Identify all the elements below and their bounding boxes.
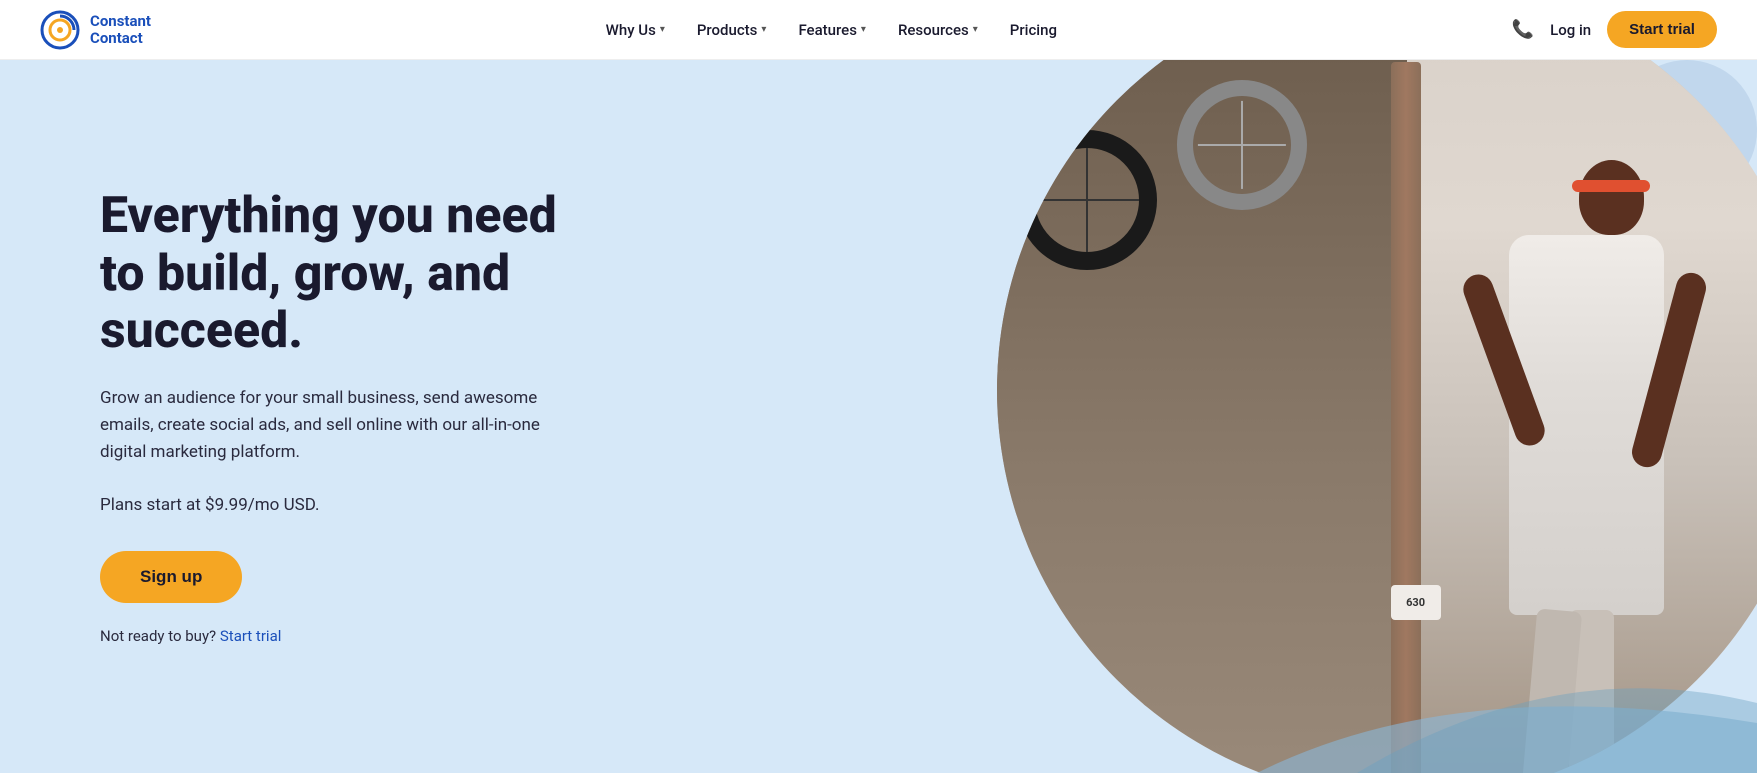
nav-item-features[interactable]: Features ▾: [784, 13, 880, 47]
chevron-down-icon: ▾: [973, 24, 978, 35]
nav-right: 📞 Log in Start trial: [1512, 11, 1717, 48]
logo-text: Constant Contact: [90, 13, 151, 46]
nav-link-products[interactable]: Products ▾: [683, 13, 781, 47]
nav-link-features[interactable]: Features ▾: [784, 13, 880, 47]
hero-subtext: Grow an audience for your small business…: [100, 385, 580, 467]
nav-item-products[interactable]: Products ▾: [683, 13, 781, 47]
nav-link-why-us[interactable]: Why Us ▾: [592, 13, 679, 47]
chevron-down-icon: ▾: [761, 24, 766, 35]
hero-section: Everything you need to build, grow, and …: [0, 60, 1757, 773]
logo[interactable]: Constant Contact: [40, 10, 151, 50]
nav-item-why-us[interactable]: Why Us ▾: [592, 13, 679, 47]
logo-icon: [40, 10, 80, 50]
not-ready-text: Not ready to buy? Start trial: [100, 627, 600, 645]
nav-item-pricing[interactable]: Pricing: [996, 13, 1071, 47]
phone-icon: 📞: [1512, 19, 1534, 40]
nav-item-resources[interactable]: Resources ▾: [884, 13, 992, 47]
nav-link-resources[interactable]: Resources ▾: [884, 13, 992, 47]
main-navigation: Constant Contact Why Us ▾ Products ▾ Fea…: [0, 0, 1757, 60]
bike-wheel-back: [1177, 80, 1307, 210]
chevron-down-icon: ▾: [861, 24, 866, 35]
start-trial-link[interactable]: Start trial: [220, 627, 282, 645]
hero-heading: Everything you need to build, grow, and …: [100, 188, 600, 361]
bike-wheel-front: [1017, 130, 1157, 270]
hero-pricing: Plans start at $9.99/mo USD.: [100, 495, 600, 515]
signup-button[interactable]: Sign up: [100, 551, 242, 603]
blue-swoosh: [1257, 573, 1757, 773]
nav-links: Why Us ▾ Products ▾ Features ▾ Resources…: [592, 13, 1071, 47]
login-link[interactable]: Log in: [1550, 21, 1591, 39]
nav-link-pricing[interactable]: Pricing: [996, 13, 1071, 47]
chevron-down-icon: ▾: [660, 24, 665, 35]
start-trial-button[interactable]: Start trial: [1607, 11, 1717, 48]
hero-content: Everything you need to build, grow, and …: [0, 108, 680, 724]
hero-image-area: 630: [703, 60, 1757, 773]
